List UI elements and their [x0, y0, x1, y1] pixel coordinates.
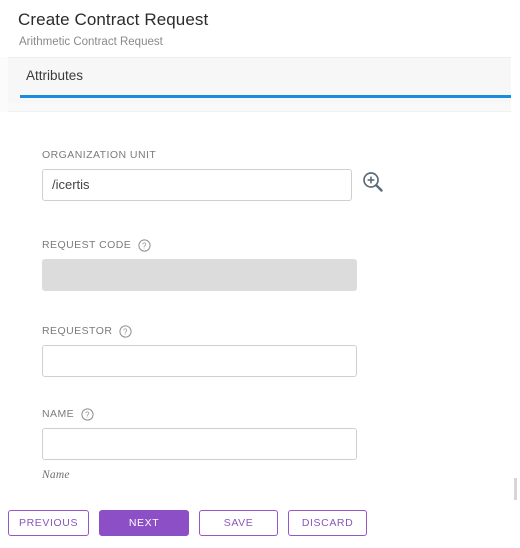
page-subtitle: Arithmetic Contract Request — [19, 36, 163, 48]
svg-text:?: ? — [123, 327, 128, 336]
label-text: REQUEST CODE — [42, 239, 132, 251]
field-name: NAME ? Name — [42, 407, 357, 481]
input-request-code — [42, 259, 357, 291]
help-circle-icon[interactable]: ? — [138, 238, 151, 252]
label-text: ORGANIZATION UNIT — [42, 149, 157, 161]
create-contract-request-page: Create Contract Request Arithmetic Contr… — [0, 0, 520, 548]
svg-text:?: ? — [85, 410, 90, 419]
footer-button-row: PREVIOUS NEXT SAVE DISCARD — [8, 510, 368, 536]
label-organization-unit: ORGANIZATION UNIT — [42, 148, 352, 162]
helper-text-name: Name — [42, 469, 70, 481]
field-organization-unit: ORGANIZATION UNIT /icertis — [42, 148, 383, 201]
tab-attributes[interactable]: Attributes — [22, 68, 87, 92]
discard-button[interactable]: DISCARD — [288, 510, 368, 536]
page-header: Create Contract Request Arithmetic Contr… — [0, 0, 520, 50]
save-button[interactable]: SAVE — [199, 510, 279, 536]
field-request-code: REQUEST CODE ? — [42, 238, 357, 291]
svg-text:?: ? — [142, 241, 147, 250]
input-organization-unit-value: /icertis — [52, 177, 90, 192]
field-requestor: REQUESTOR ? — [42, 324, 357, 377]
help-circle-icon[interactable]: ? — [119, 324, 132, 338]
input-requestor[interactable] — [42, 345, 357, 377]
scrollbar-thumb[interactable] — [514, 478, 517, 500]
label-requestor: REQUESTOR ? — [42, 324, 357, 338]
next-button[interactable]: NEXT — [99, 510, 190, 536]
form-footer: PREVIOUS NEXT SAVE DISCARD — [0, 502, 520, 548]
magnifier-plus-icon[interactable] — [360, 169, 386, 195]
page-title: Create Contract Request — [18, 10, 209, 29]
label-name: NAME ? — [42, 407, 357, 421]
label-request-code: REQUEST CODE ? — [42, 238, 357, 252]
tab-active-underline — [20, 95, 511, 98]
input-name[interactable] — [42, 428, 357, 460]
attributes-form: ORGANIZATION UNIT /icertis REQUEST CODE — [0, 112, 520, 502]
previous-button[interactable]: PREVIOUS — [8, 510, 90, 536]
tab-bar-shadow — [8, 103, 511, 112]
label-text: REQUESTOR — [42, 325, 113, 337]
label-text: NAME — [42, 408, 75, 420]
input-organization-unit[interactable]: /icertis — [42, 169, 352, 201]
help-circle-icon[interactable]: ? — [81, 407, 94, 421]
